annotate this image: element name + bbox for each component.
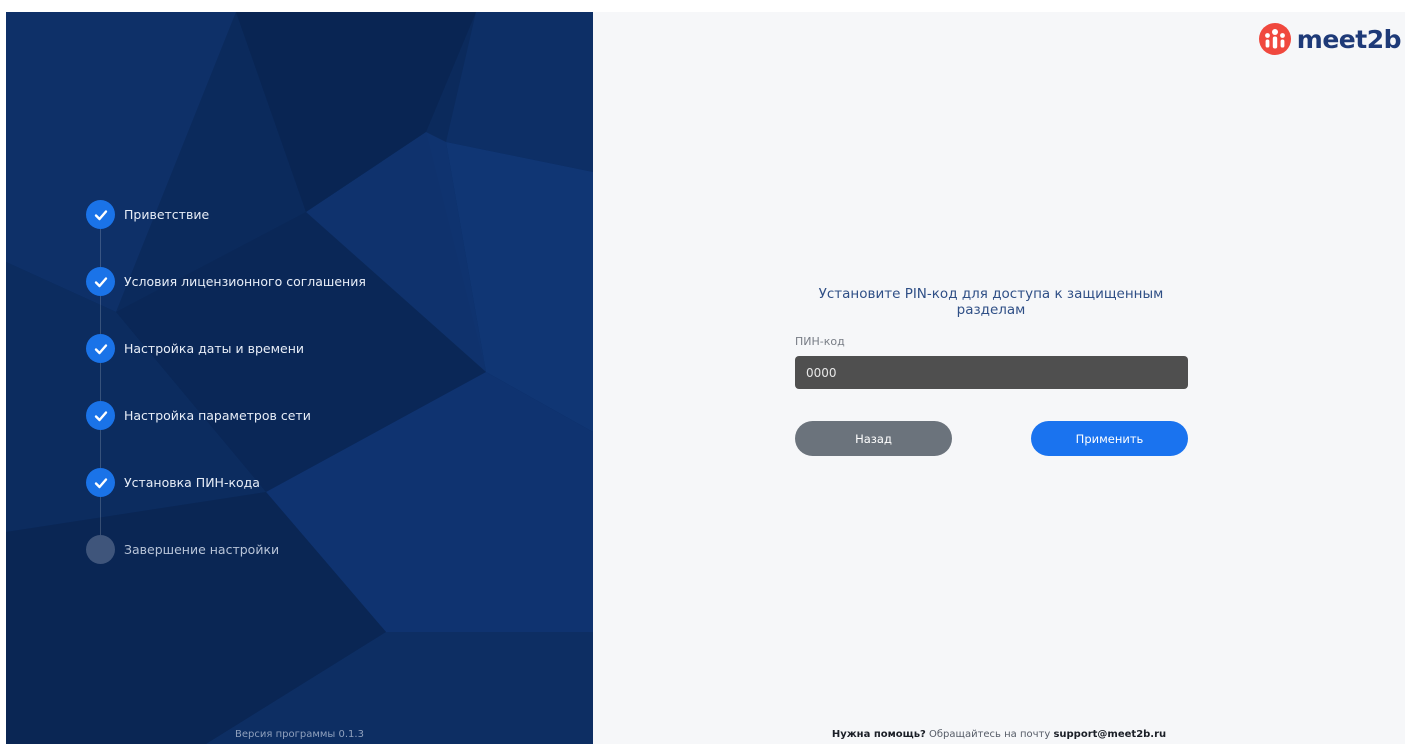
version-text: Версия программы 0.1.3 bbox=[235, 729, 364, 740]
step-connector bbox=[100, 430, 101, 468]
help-footer: Нужна помощь? Обращайтесь на почту suppo… bbox=[593, 729, 1405, 740]
step-item-license: Условия лицензионного соглашения bbox=[86, 267, 366, 334]
support-email-link[interactable]: support@meet2b.ru bbox=[1053, 729, 1166, 740]
step-connector bbox=[100, 363, 101, 401]
check-icon bbox=[94, 209, 107, 220]
setup-sidebar: Приветствие Условия лицензионного соглаш… bbox=[6, 12, 593, 744]
back-button[interactable]: Назад bbox=[795, 421, 952, 456]
step-label: Настройка параметров сети bbox=[124, 408, 311, 423]
step-label: Приветствие bbox=[124, 207, 210, 222]
step-item-pin: Установка ПИН-кода bbox=[86, 468, 366, 535]
step-connector bbox=[100, 229, 101, 267]
step-item-finish: Завершение настройки bbox=[86, 535, 366, 602]
step-label: Настройка даты и времени bbox=[124, 341, 305, 356]
check-icon bbox=[94, 276, 107, 287]
step-done-indicator bbox=[86, 200, 115, 229]
logo-text: meet2b bbox=[1296, 24, 1402, 54]
pin-input[interactable] bbox=[795, 356, 1188, 389]
step-connector bbox=[100, 497, 101, 535]
step-connector bbox=[100, 296, 101, 334]
setup-content: meet2b Установите PIN-код для доступа к … bbox=[593, 12, 1405, 744]
step-label: Установка ПИН-кода bbox=[124, 475, 260, 490]
brand-logo: meet2b bbox=[1258, 22, 1402, 56]
step-done-indicator bbox=[86, 334, 115, 363]
help-text: Обращайтесь на почту bbox=[925, 729, 1054, 740]
check-icon bbox=[94, 410, 107, 421]
setup-window: Приветствие Условия лицензионного соглаш… bbox=[6, 12, 1405, 744]
meet2b-logo-icon bbox=[1258, 23, 1291, 55]
step-item-welcome: Приветствие bbox=[86, 200, 366, 267]
step-done-indicator bbox=[86, 468, 115, 497]
step-item-network: Настройка параметров сети bbox=[86, 401, 366, 468]
apply-button[interactable]: Применить bbox=[1031, 421, 1188, 456]
check-icon bbox=[94, 477, 107, 488]
form-title: Установите PIN-код для доступа к защищен… bbox=[818, 286, 1164, 318]
step-done-indicator bbox=[86, 401, 115, 430]
step-item-datetime: Настройка даты и времени bbox=[86, 334, 366, 401]
step-label: Условия лицензионного соглашения bbox=[124, 274, 366, 289]
pin-field-label: ПИН-код bbox=[795, 335, 845, 348]
check-icon bbox=[94, 343, 107, 354]
step-label: Завершение настройки bbox=[124, 542, 280, 557]
help-bold-text: Нужна помощь? bbox=[831, 729, 926, 740]
step-pending-indicator bbox=[86, 535, 115, 564]
setup-steps-list: Приветствие Условия лицензионного соглаш… bbox=[86, 200, 366, 602]
step-done-indicator bbox=[86, 267, 115, 296]
